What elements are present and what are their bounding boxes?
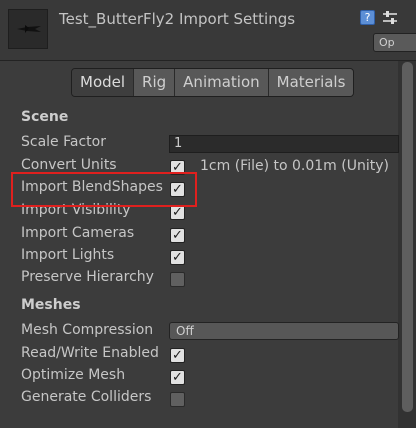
- mesh-compression-label: Mesh Compression: [21, 322, 154, 338]
- butterfly-model-icon: [17, 25, 41, 33]
- meshes-heading: Meshes: [21, 297, 81, 313]
- tab-materials[interactable]: Materials: [268, 69, 354, 96]
- read-write-enabled-checkbox[interactable]: ✓: [170, 348, 185, 363]
- settings-sliders-icon[interactable]: [382, 10, 398, 26]
- window-title: Test_ButterFly2 Import Settings: [59, 10, 296, 28]
- scene-heading: Scene: [21, 109, 69, 125]
- tab-model[interactable]: Model: [72, 69, 135, 96]
- import-tabs: Model Rig Animation Materials: [71, 68, 355, 97]
- import-cameras-checkbox[interactable]: ✓: [170, 228, 185, 243]
- read-write-enabled-label: Read/Write Enabled: [21, 345, 159, 361]
- preserve-hierarchy-label: Preserve Hierarchy: [21, 269, 154, 285]
- scale-factor-label: Scale Factor: [21, 134, 106, 150]
- convert-units-label: Convert Units: [21, 157, 117, 173]
- tab-rig[interactable]: Rig: [134, 69, 176, 96]
- generate-colliders-checkbox[interactable]: [170, 392, 185, 407]
- model-thumbnail: [8, 9, 48, 49]
- help-icon[interactable]: ?: [360, 10, 375, 25]
- tab-animation[interactable]: Animation: [175, 69, 269, 96]
- optimize-mesh-checkbox[interactable]: ✓: [170, 370, 185, 385]
- scrollbar-thumb[interactable]: [402, 62, 413, 412]
- import-visibility-checkbox[interactable]: ✓: [170, 205, 185, 220]
- generate-colliders-label: Generate Colliders: [21, 389, 152, 405]
- scale-factor-input[interactable]: 1: [169, 135, 399, 153]
- highlight-box: [11, 172, 197, 207]
- inspector-header: Test_ButterFly2 Import Settings ? Op: [0, 0, 416, 61]
- convert-units-info: 1cm (File) to 0.01m (Unity): [200, 158, 389, 174]
- optimize-mesh-label: Optimize Mesh: [21, 367, 126, 383]
- open-button[interactable]: Op: [373, 33, 416, 52]
- preserve-hierarchy-checkbox[interactable]: [170, 272, 185, 287]
- import-lights-checkbox[interactable]: ✓: [170, 250, 185, 265]
- import-cameras-label: Import Cameras: [21, 225, 135, 241]
- mesh-compression-dropdown[interactable]: Off: [169, 322, 399, 340]
- import-lights-label: Import Lights: [21, 247, 115, 263]
